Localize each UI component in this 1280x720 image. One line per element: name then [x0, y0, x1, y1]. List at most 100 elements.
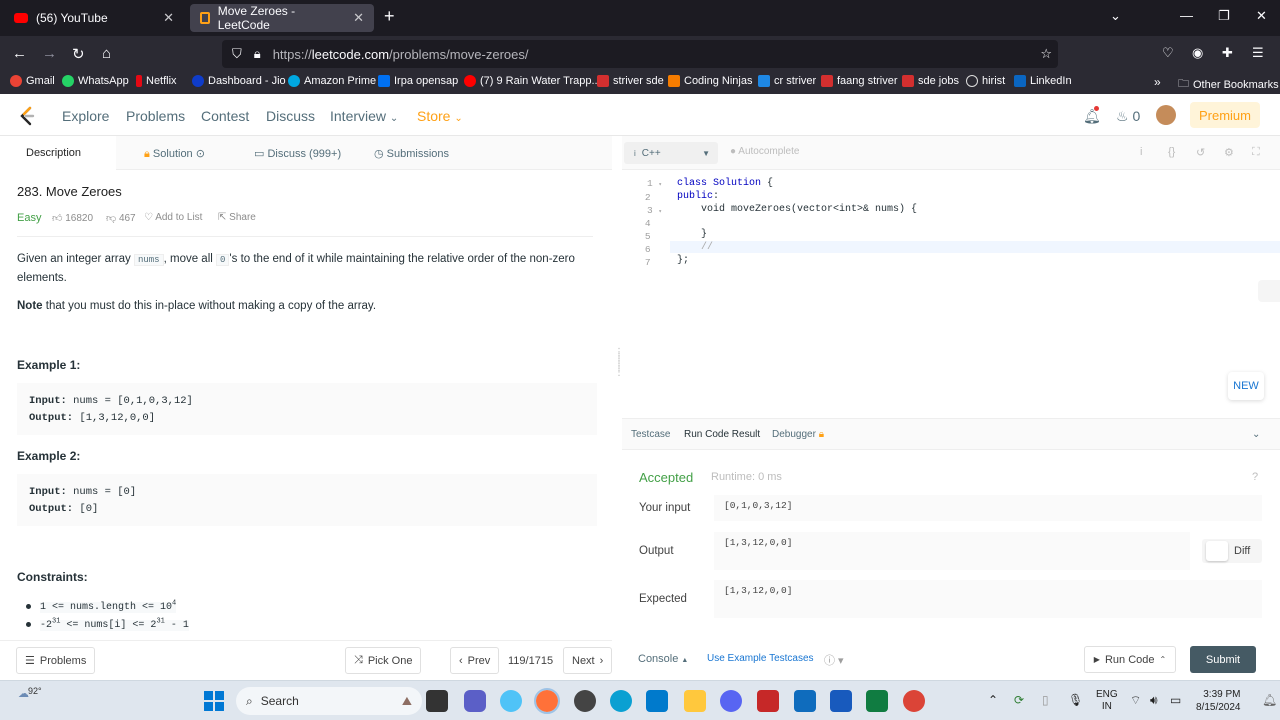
- dislike-button[interactable]: 👎︎ 467: [106, 212, 136, 224]
- run-code-button[interactable]: ▶ Run Code ⌃: [1084, 646, 1176, 673]
- bookmark-jio[interactable]: Dashboard - Jio: [192, 75, 286, 87]
- side-panel-tab[interactable]: [1258, 280, 1280, 302]
- close-window-icon[interactable]: ✕: [1256, 8, 1267, 24]
- tab-discuss[interactable]: ▭ Discuss (999+): [254, 147, 341, 160]
- bookmark-striver-sde[interactable]: striver sde: [597, 75, 664, 87]
- pocket-icon[interactable]: ♡: [1162, 45, 1174, 61]
- tab-list-chevron-icon[interactable]: ⌄: [1110, 8, 1121, 24]
- submit-button[interactable]: Submit: [1190, 646, 1256, 673]
- language-select[interactable]: i C++ ▼: [624, 142, 718, 164]
- bookmark-gmail[interactable]: Gmail: [10, 75, 55, 87]
- nav-problems[interactable]: Problems: [126, 108, 185, 124]
- tab-submissions[interactable]: ◷ Submissions: [374, 147, 449, 160]
- word-icon[interactable]: [830, 690, 852, 712]
- microphone-icon[interactable]: 🎙︎: [1068, 693, 1083, 707]
- account-icon[interactable]: ◉: [1192, 45, 1203, 61]
- code-editor[interactable]: 1 ▾ 2 3 ▾ 4 5 6 7 class Solution {public…: [622, 170, 1280, 418]
- firefox-icon[interactable]: [534, 688, 560, 714]
- home-icon[interactable]: ⌂: [102, 45, 111, 62]
- tab-run-code-result[interactable]: Run Code Result: [684, 429, 760, 440]
- minimize-icon[interactable]: —: [1180, 8, 1193, 23]
- bookmark-faang-striver[interactable]: faang striver: [821, 75, 898, 87]
- add-to-list-button[interactable]: ♡ Add to List: [144, 212, 202, 223]
- use-example-testcases-link[interactable]: Use Example Testcases: [707, 653, 814, 664]
- tab-solution[interactable]: 🔒︎ Solution ⊙: [144, 147, 205, 161]
- tab-youtube[interactable]: (56) YouTube ✕: [4, 4, 184, 32]
- avatar[interactable]: [1156, 105, 1176, 125]
- github-icon[interactable]: [574, 690, 596, 712]
- bookmark-amazon-prime[interactable]: Amazon Prime: [288, 75, 376, 87]
- menu-icon[interactable]: ☰: [1252, 45, 1264, 61]
- vscode-icon[interactable]: [646, 690, 668, 712]
- nav-contest[interactable]: Contest: [201, 108, 249, 124]
- settings-icon[interactable]: ⚙: [1224, 146, 1234, 159]
- reset-icon[interactable]: ↺: [1196, 146, 1205, 159]
- new-tab-icon[interactable]: +: [384, 6, 395, 27]
- autocomplete-toggle[interactable]: ● Autocomplete: [730, 146, 799, 157]
- close-tab-icon[interactable]: ✕: [163, 10, 174, 26]
- help-icon[interactable]: ⓘ ▾: [824, 652, 844, 668]
- url-bar[interactable]: ⛉ 🔒︎ https://leetcode.com/problems/move-…: [222, 40, 1058, 68]
- streak-counter[interactable]: ♨ 0: [1116, 108, 1140, 125]
- chrome-icon[interactable]: [903, 690, 925, 712]
- more-bookmarks-chevron-icon[interactable]: »: [1154, 75, 1161, 89]
- mail-icon[interactable]: [794, 690, 816, 712]
- nav-explore[interactable]: Explore: [62, 108, 109, 124]
- prev-button[interactable]: ‹ Prev: [450, 647, 500, 674]
- braces-icon[interactable]: {}: [1168, 146, 1175, 158]
- restore-icon[interactable]: ❐: [1218, 8, 1230, 24]
- like-button[interactable]: 👍︎ 16820: [52, 212, 93, 224]
- next-button[interactable]: Next ›: [563, 647, 613, 674]
- tab-testcase[interactable]: Testcase: [631, 429, 670, 440]
- help-icon[interactable]: ?: [1252, 471, 1258, 483]
- language-indicator[interactable]: ENG IN: [1096, 689, 1118, 713]
- teams-icon[interactable]: [464, 690, 486, 712]
- clock[interactable]: 3:39 PM 8/15/2024: [1196, 688, 1241, 714]
- code-content[interactable]: class Solution {public: void moveZeroes(…: [677, 178, 917, 268]
- tab-description[interactable]: Description: [0, 136, 116, 170]
- tab-debugger[interactable]: Debugger 🔒︎: [772, 429, 824, 440]
- nav-interview[interactable]: Interview ⌄: [330, 108, 398, 124]
- nav-store[interactable]: Store ⌄: [417, 108, 463, 124]
- bookmark-linkedin[interactable]: LinkedIn: [1014, 75, 1072, 87]
- task-view-icon[interactable]: [426, 690, 448, 712]
- diff-toggle[interactable]: Diff: [1202, 539, 1262, 563]
- share-button[interactable]: ⇱ Share: [218, 212, 256, 223]
- console-button[interactable]: Console ▲: [638, 653, 688, 665]
- battery-saver-icon[interactable]: ▯: [1042, 693, 1049, 707]
- fold-arrow-icon[interactable]: ▾: [658, 181, 662, 188]
- tray-chevron-icon[interactable]: ⌃: [988, 693, 998, 707]
- bookmark-star-icon[interactable]: ☆: [1040, 46, 1052, 62]
- weather-widget[interactable]: ☁ 92°: [18, 686, 42, 700]
- pick-one-button[interactable]: ⤨ Pick One: [345, 647, 422, 674]
- windows-start-icon[interactable]: [203, 690, 225, 712]
- bookmark-hirist[interactable]: hirist: [966, 75, 1005, 87]
- bookmark-irpa[interactable]: Irpa opensap: [378, 75, 458, 87]
- gift-icon[interactable]: [757, 690, 779, 712]
- battery-icon[interactable]: ▭: [1170, 693, 1181, 707]
- bookmark-cr-striver[interactable]: cr striver: [758, 75, 816, 87]
- excel-icon[interactable]: [866, 690, 888, 712]
- other-bookmarks[interactable]: 🗀 Other Bookmarks: [1178, 75, 1279, 94]
- extensions-icon[interactable]: ✚: [1222, 45, 1233, 61]
- file-explorer-icon[interactable]: [684, 690, 706, 712]
- bookmark-rain-water[interactable]: (7) 9 Rain Water Trapp...: [464, 75, 601, 87]
- forward-icon[interactable]: →: [42, 45, 57, 62]
- leetcode-logo-icon[interactable]: [18, 106, 36, 126]
- discord-icon[interactable]: [720, 690, 742, 712]
- reload-icon[interactable]: ↻: [72, 45, 85, 63]
- wifi-icon[interactable]: ⌔: [1130, 693, 1141, 708]
- fold-arrow-icon[interactable]: ▾: [658, 208, 662, 215]
- close-tab-icon[interactable]: ✕: [353, 10, 364, 26]
- bookmark-sde-jobs[interactable]: sde jobs: [902, 75, 959, 87]
- premium-button[interactable]: Premium: [1190, 102, 1260, 128]
- bookmark-netflix[interactable]: Netflix: [136, 75, 177, 87]
- bookmark-coding-ninjas[interactable]: Coding Ninjas: [668, 75, 752, 87]
- info-icon[interactable]: i: [1140, 146, 1142, 158]
- edge-icon[interactable]: [610, 690, 632, 712]
- bookmark-whatsapp[interactable]: WhatsApp: [62, 75, 129, 87]
- nav-discuss[interactable]: Discuss: [266, 108, 315, 124]
- lock-icon[interactable]: 🔒︎: [254, 46, 261, 62]
- new-feature-badge[interactable]: NEW: [1228, 372, 1264, 400]
- back-icon[interactable]: ←: [12, 45, 27, 62]
